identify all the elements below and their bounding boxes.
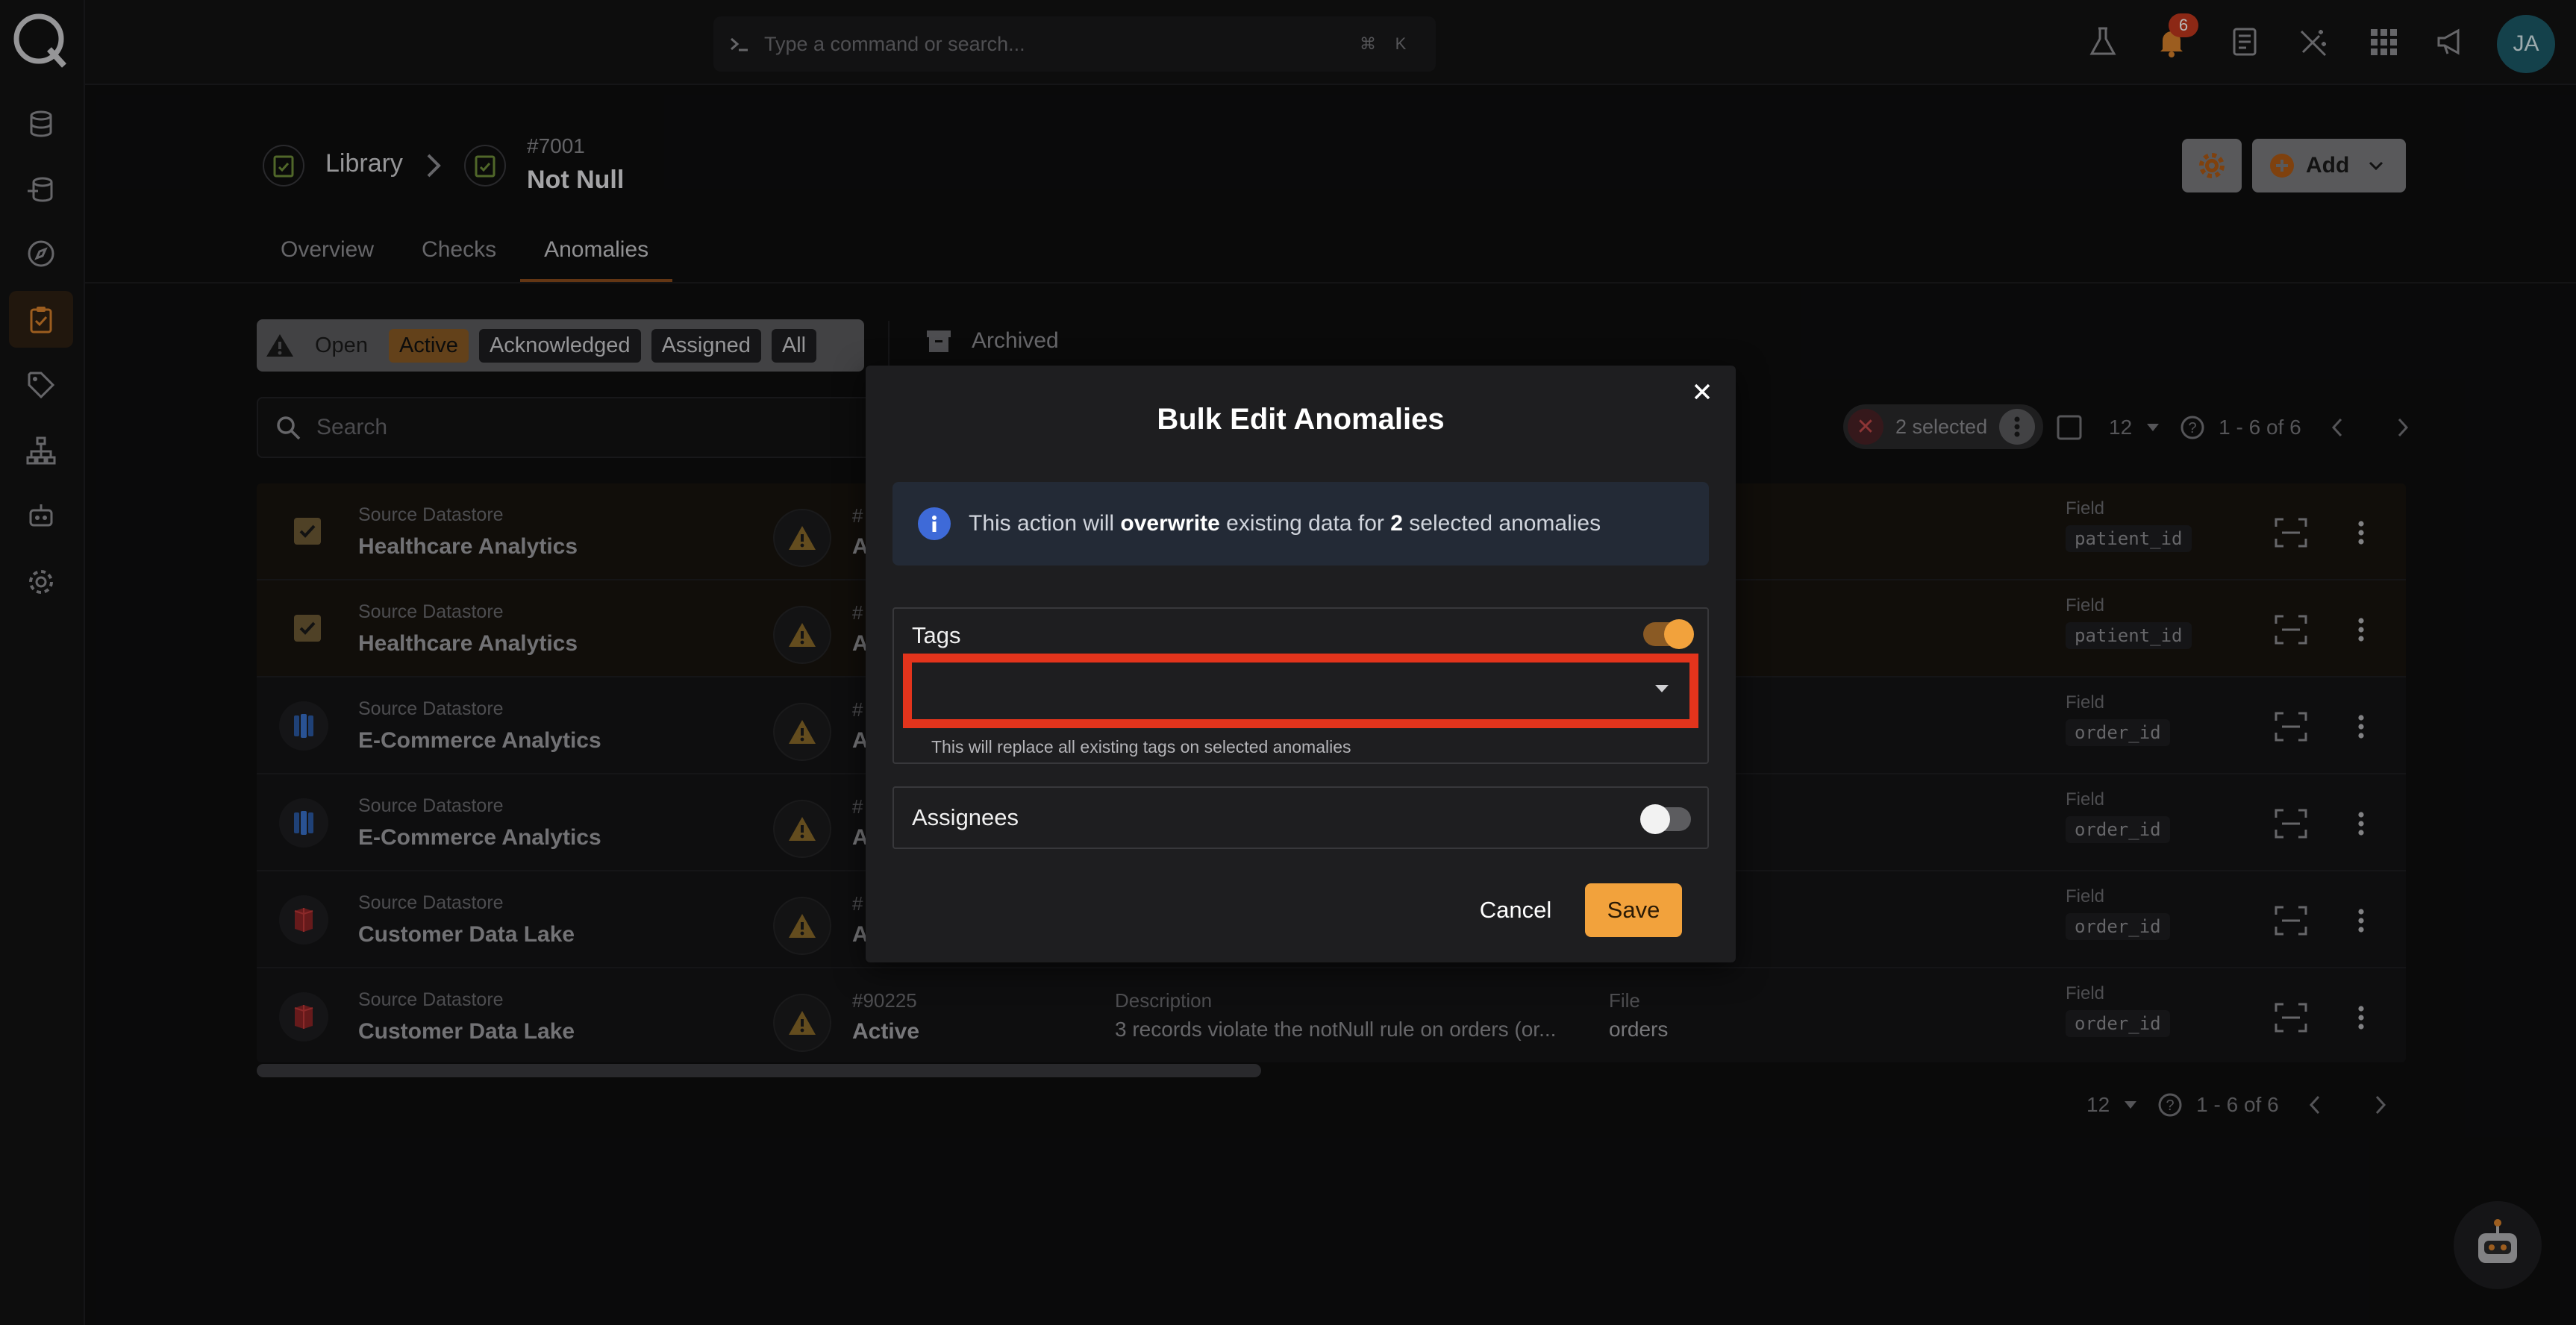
tags-select[interactable] <box>903 654 1698 728</box>
dialog-title: Bulk Edit Anomalies <box>1157 403 1445 436</box>
tags-label: Tags <box>912 622 961 648</box>
assignees-section: Assignees <box>892 786 1709 849</box>
info-message: This action will overwrite existing data… <box>969 511 1601 536</box>
assignees-toggle[interactable] <box>1640 804 1691 834</box>
bulk-edit-dialog: Bulk Edit Anomalies This action will ove… <box>866 366 1736 962</box>
overwrite-info-alert: This action will overwrite existing data… <box>892 482 1709 566</box>
info-icon <box>918 507 951 540</box>
save-button[interactable]: Save <box>1585 883 1682 937</box>
assignees-label: Assignees <box>912 804 1019 830</box>
tags-toggle[interactable] <box>1643 619 1694 649</box>
cancel-button[interactable]: Cancel <box>1472 883 1560 937</box>
tags-section: Tags This will replace all existing tags… <box>892 607 1709 764</box>
dropdown-caret-icon <box>1654 683 1670 694</box>
tags-help-text: This will replace all existing tags on s… <box>931 737 1351 757</box>
